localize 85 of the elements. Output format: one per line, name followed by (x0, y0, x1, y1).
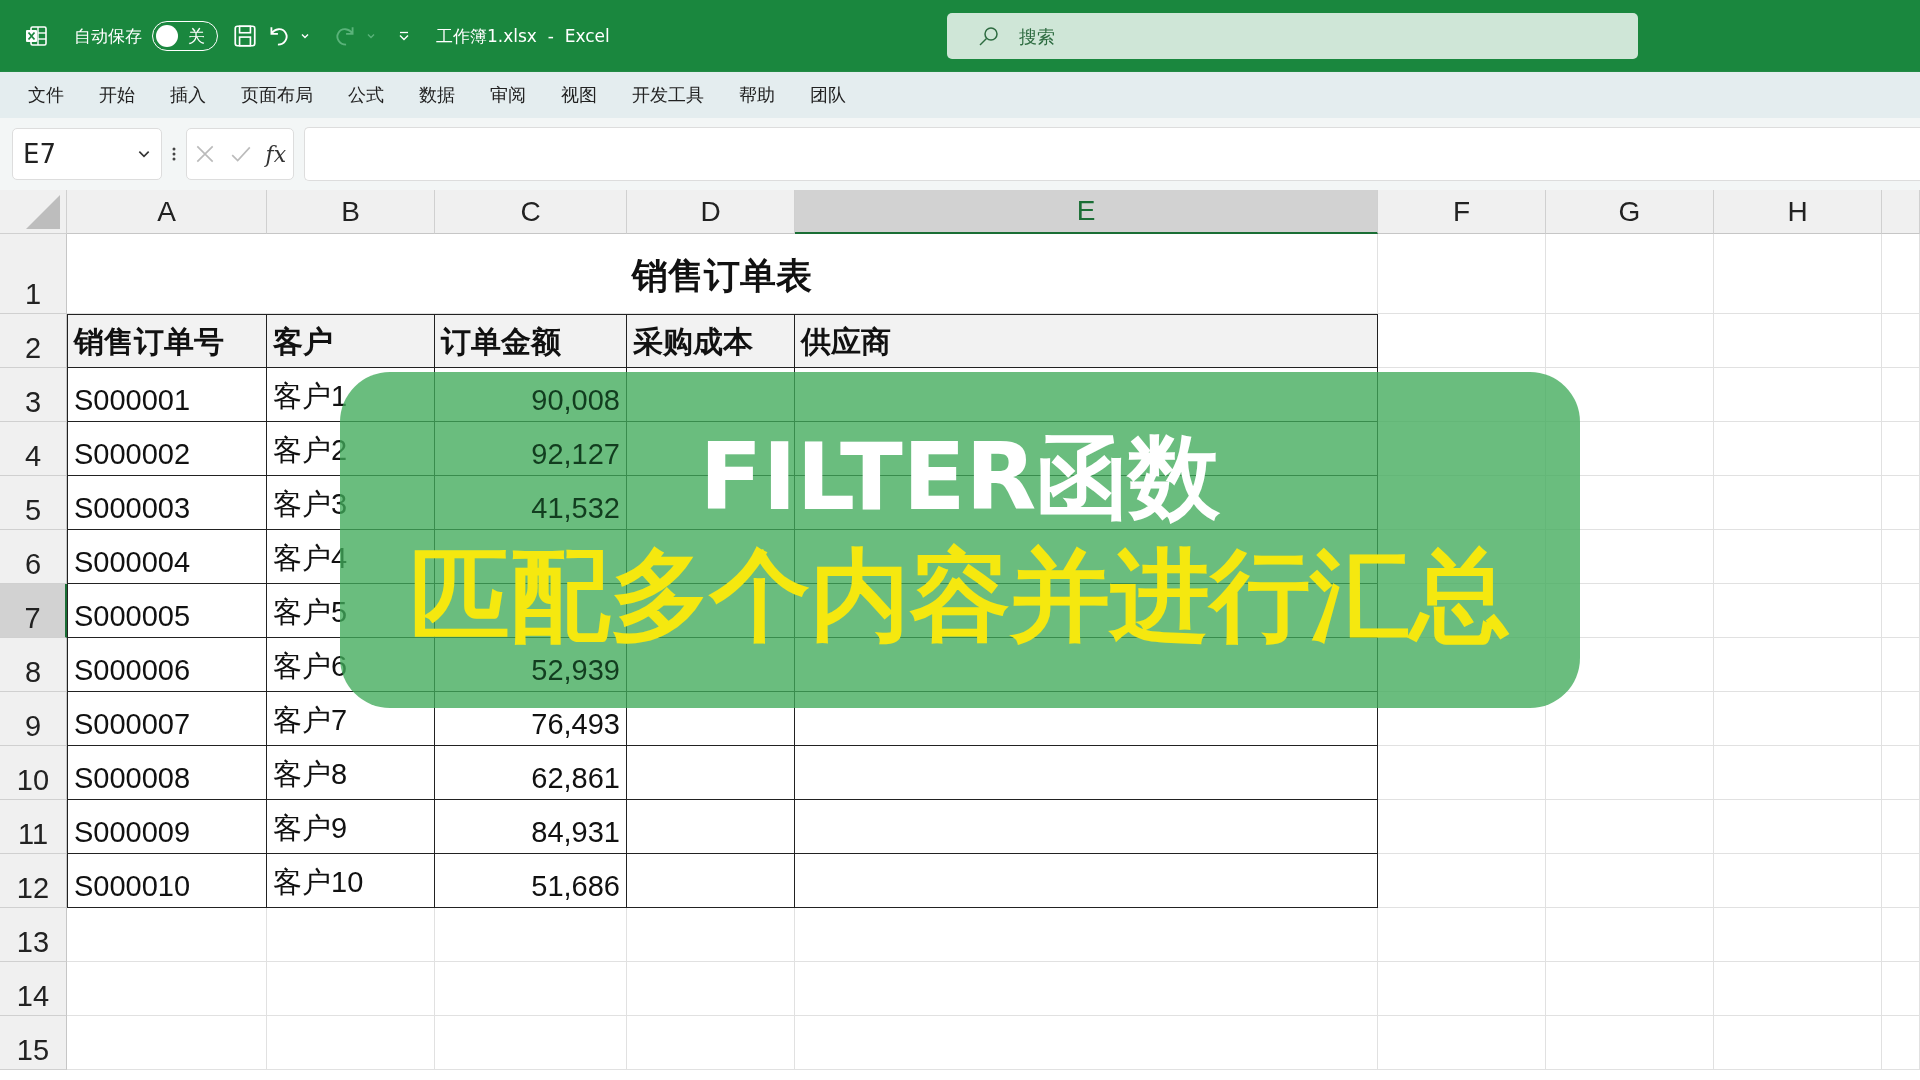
autosave-label: 自动保存 (74, 24, 142, 48)
row-header[interactable]: 13 (0, 908, 67, 962)
table-cell: S000009 (67, 800, 267, 854)
table-cell (1882, 854, 1920, 908)
customize-caret-icon[interactable] (398, 30, 410, 42)
menu-tab[interactable]: 公式 (330, 75, 401, 115)
table-cell (1882, 530, 1920, 584)
table-cell: S000005 (67, 584, 267, 638)
formula-input[interactable] (304, 127, 1920, 181)
column-header[interactable]: H (1714, 190, 1882, 234)
table-cell: S000007 (67, 692, 267, 746)
row-header[interactable]: 7 (0, 584, 67, 638)
table-cell: 62,861 (435, 746, 627, 800)
table-header-cell: 采购成本 (627, 314, 795, 368)
table-cell: 客户8 (267, 746, 435, 800)
table-cell: S000003 (67, 476, 267, 530)
row-header[interactable]: 9 (0, 692, 67, 746)
table-cell (1882, 962, 1920, 1016)
save-icon[interactable] (232, 23, 258, 49)
column-header[interactable]: A (67, 190, 267, 234)
corner-triangle-icon (26, 195, 60, 229)
table-cell (1882, 746, 1920, 800)
column-header[interactable]: G (1546, 190, 1714, 234)
table-cell (1882, 638, 1920, 692)
table-cell: S000004 (67, 530, 267, 584)
table-cell: 客户10 (267, 854, 435, 908)
table-cell (1882, 584, 1920, 638)
row-header[interactable]: 15 (0, 1016, 67, 1070)
table-cell (1882, 476, 1920, 530)
table-title: 销售订单表 (632, 254, 812, 298)
column-header[interactable] (1882, 190, 1920, 234)
menu-tab[interactable]: 开发工具 (614, 75, 721, 115)
row-header[interactable]: 3 (0, 368, 67, 422)
table-cell: S000002 (67, 422, 267, 476)
menu-tab[interactable]: 开始 (81, 75, 152, 115)
select-all-button[interactable] (0, 190, 67, 234)
row-header[interactable]: 5 (0, 476, 67, 530)
row-header[interactable]: 12 (0, 854, 67, 908)
menu-tab[interactable]: 视图 (543, 75, 614, 115)
table-header-cell: 销售订单号 (67, 314, 267, 368)
menu-tab[interactable]: 审阅 (472, 75, 543, 115)
banner-title: FILTER函数 (699, 426, 1221, 529)
table-header-cell: 客户 (267, 314, 435, 368)
menu-tab[interactable]: 团队 (792, 75, 863, 115)
table-cell: S000010 (67, 854, 267, 908)
table-cell (1882, 800, 1920, 854)
table-cell (1882, 422, 1920, 476)
row-header[interactable]: 1 (0, 234, 67, 314)
table-cell: S000001 (67, 368, 267, 422)
column-header[interactable]: C (435, 190, 627, 234)
insert-function-button[interactable]: fx (265, 141, 287, 167)
table-cell: S000006 (67, 638, 267, 692)
row-header[interactable]: 6 (0, 530, 67, 584)
table-header-cell: 供应商 (795, 314, 1378, 368)
table-cell: 84,931 (435, 800, 627, 854)
table-cell (1882, 368, 1920, 422)
caret-icon[interactable] (366, 31, 376, 41)
row-header[interactable]: 2 (0, 314, 67, 368)
table-cell (1882, 692, 1920, 746)
table-cell: 51,686 (435, 854, 627, 908)
table-cell: 客户9 (267, 800, 435, 854)
name-box[interactable]: E7 (12, 128, 162, 180)
menu-tab[interactable]: 页面布局 (223, 75, 330, 115)
column-header[interactable]: B (267, 190, 435, 234)
more-options-icon[interactable] (172, 146, 176, 162)
menu-tab[interactable]: 文件 (10, 75, 81, 115)
table-header-cell: 订单金额 (435, 314, 627, 368)
menu-tab[interactable]: 帮助 (721, 75, 792, 115)
search-field[interactable]: 搜索 (947, 13, 1638, 59)
menu-tab[interactable]: 数据 (401, 75, 472, 115)
excel-logo-icon (24, 24, 48, 48)
row-header[interactable]: 14 (0, 962, 67, 1016)
table-cell (1882, 908, 1920, 962)
row-header[interactable]: 11 (0, 800, 67, 854)
caret-icon[interactable] (300, 31, 310, 41)
column-header[interactable]: E (795, 190, 1378, 234)
menu-tab[interactable]: 插入 (152, 75, 223, 115)
row-header[interactable]: 8 (0, 638, 67, 692)
row-header[interactable]: 4 (0, 422, 67, 476)
column-header[interactable]: F (1378, 190, 1546, 234)
window-title: 工作簿1.xlsx - Excel (436, 24, 610, 48)
table-cell (1882, 1016, 1920, 1070)
table-cell: S000008 (67, 746, 267, 800)
row-header[interactable]: 10 (0, 746, 67, 800)
table-cell (1882, 314, 1920, 368)
